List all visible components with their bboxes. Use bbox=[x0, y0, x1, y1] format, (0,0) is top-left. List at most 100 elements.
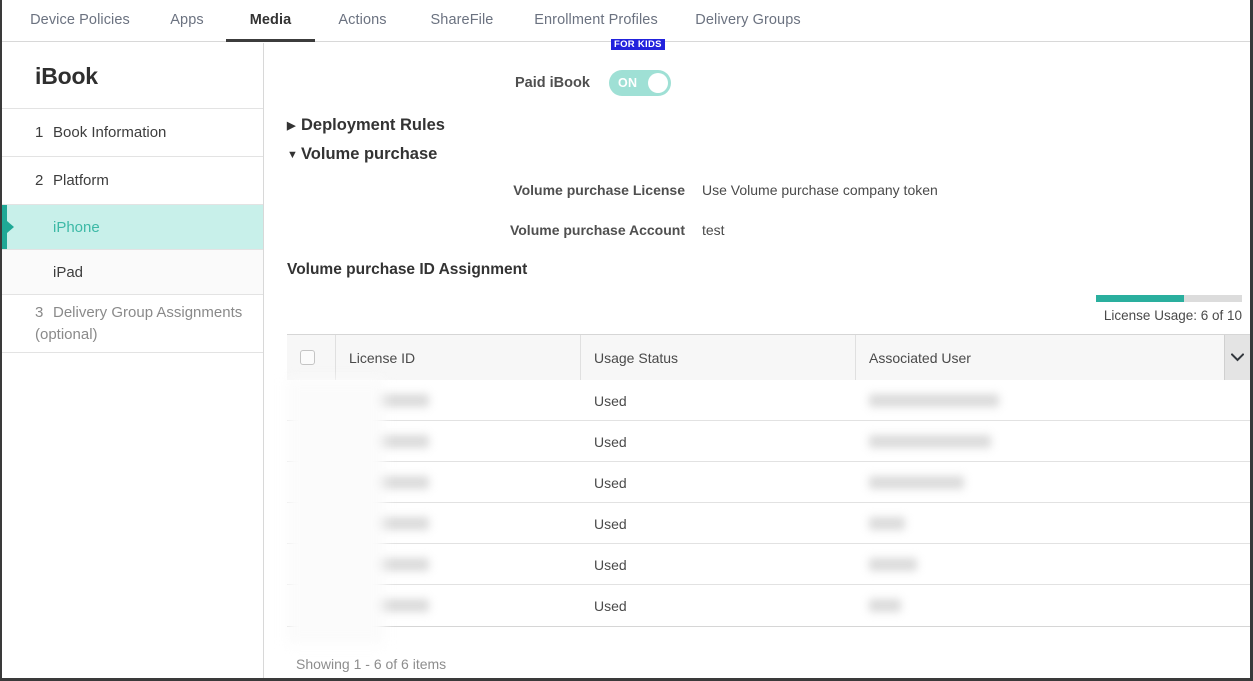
field-label: Volume purchase Account bbox=[285, 222, 685, 238]
cell-usage-status: Used bbox=[581, 544, 856, 585]
sidebar-item-iphone[interactable]: iPhone bbox=[2, 205, 263, 250]
cell-usage-status: Used bbox=[581, 585, 856, 626]
page-title: iBook bbox=[2, 43, 263, 109]
column-header-label: Usage Status bbox=[594, 350, 678, 366]
table-row[interactable]: Used bbox=[287, 585, 1250, 626]
redacted-value bbox=[349, 435, 429, 448]
row-checkbox[interactable] bbox=[300, 557, 315, 572]
table-footer-count: Showing 1 - 6 of 6 items bbox=[296, 656, 446, 672]
row-select-cell[interactable] bbox=[287, 544, 336, 585]
paid-ibook-toggle[interactable]: ON bbox=[609, 70, 671, 96]
field-value: Use Volume purchase company token bbox=[702, 182, 938, 198]
redacted-value bbox=[349, 394, 429, 407]
cell-license-id bbox=[336, 585, 581, 626]
chevron-down-icon bbox=[1231, 353, 1244, 362]
volume-purchase-id-assignment-title: Volume purchase ID Assignment bbox=[287, 261, 527, 279]
row-checkbox[interactable] bbox=[300, 434, 315, 449]
text-selection-badge: FOR KIDS bbox=[611, 39, 665, 50]
row-select-cell[interactable] bbox=[287, 380, 336, 421]
column-header-label: Associated User bbox=[869, 350, 971, 366]
tab-device-policies[interactable]: Device Policies bbox=[10, 0, 150, 42]
tab-delivery-groups[interactable]: Delivery Groups bbox=[682, 0, 814, 42]
cell-associated-user bbox=[856, 462, 1250, 503]
section-header-volume-purchase[interactable]: ▼Volume purchase bbox=[287, 145, 437, 164]
row-checkbox[interactable] bbox=[300, 475, 315, 490]
tab-enrollment-profiles[interactable]: Enrollment Profiles bbox=[518, 0, 674, 42]
redacted-value bbox=[869, 435, 991, 448]
section-header-deployment-rules[interactable]: ▶Deployment Rules bbox=[287, 116, 445, 135]
cell-associated-user bbox=[856, 380, 1250, 421]
sidebar-subitem-label: iPad bbox=[53, 264, 83, 281]
select-all-checkbox[interactable] bbox=[300, 350, 315, 365]
sidebar-item-book-information[interactable]: 1Book Information bbox=[2, 109, 263, 157]
sidebar-item-label: Platform bbox=[53, 172, 109, 189]
cell-usage-status: Used bbox=[581, 462, 856, 503]
row-select-cell[interactable] bbox=[287, 585, 336, 626]
column-header-usage-status[interactable]: Usage Status bbox=[581, 335, 856, 380]
column-header-associated-user[interactable]: Associated User bbox=[856, 335, 1224, 380]
row-select-cell[interactable] bbox=[287, 462, 336, 503]
cell-associated-user bbox=[856, 544, 1250, 585]
sidebar-item-platform[interactable]: 2Platform bbox=[2, 157, 263, 205]
redacted-value bbox=[349, 599, 429, 612]
table-row[interactable]: Used bbox=[287, 380, 1250, 421]
row-checkbox[interactable] bbox=[300, 516, 315, 531]
table-body: UsedUsedUsedUsedUsedUsed bbox=[287, 380, 1250, 626]
cell-associated-user bbox=[856, 503, 1250, 544]
paid-ibook-label: Paid iBook bbox=[515, 75, 590, 91]
row-select-cell[interactable] bbox=[287, 421, 336, 462]
select-all-header[interactable] bbox=[287, 335, 336, 380]
row-checkbox[interactable] bbox=[300, 598, 315, 613]
redacted-value bbox=[869, 599, 901, 612]
tab-actions[interactable]: Actions bbox=[320, 0, 405, 42]
cell-usage-status: Used bbox=[581, 503, 856, 544]
cell-license-id bbox=[336, 503, 581, 544]
sidebar-item-label: Delivery Group Assignments (optional) bbox=[35, 304, 242, 343]
step-number-1: 1 bbox=[35, 109, 53, 157]
toggle-knob bbox=[648, 73, 668, 93]
table-row[interactable]: Used bbox=[287, 462, 1250, 503]
top-tab-bar: Device Policies Apps Media Actions Share… bbox=[2, 0, 1250, 42]
application-window: Device Policies Apps Media Actions Share… bbox=[0, 0, 1253, 681]
redacted-value bbox=[349, 476, 429, 489]
cell-license-id bbox=[336, 380, 581, 421]
row-checkbox[interactable] bbox=[300, 393, 315, 408]
tab-media[interactable]: Media bbox=[226, 0, 315, 42]
column-options-button[interactable] bbox=[1224, 335, 1250, 380]
license-usage-fill bbox=[1096, 295, 1184, 302]
caret-down-icon: ▼ bbox=[287, 149, 301, 161]
field-label: Volume purchase License bbox=[285, 182, 685, 198]
sidebar-item-ipad[interactable]: iPad bbox=[2, 250, 263, 295]
redacted-value bbox=[869, 476, 964, 489]
table-row[interactable]: Used bbox=[287, 421, 1250, 462]
paid-ibook-row: Paid iBook ON bbox=[265, 70, 1250, 100]
cell-usage-status: Used bbox=[581, 421, 856, 462]
redacted-value bbox=[869, 517, 905, 530]
sidebar-item-label: Book Information bbox=[53, 124, 166, 141]
tab-sharefile[interactable]: ShareFile bbox=[412, 0, 512, 42]
sidebar-subitem-label: iPhone bbox=[53, 219, 100, 236]
wizard-sidebar: iBook 1Book Information 2Platform iPhone… bbox=[2, 43, 264, 681]
table-row[interactable]: Used bbox=[287, 503, 1250, 544]
tab-apps[interactable]: Apps bbox=[152, 0, 222, 42]
redacted-value bbox=[349, 558, 429, 571]
license-assignment-table: License ID Usage Status Associated User … bbox=[287, 334, 1250, 627]
cell-license-id bbox=[336, 544, 581, 585]
section-label: Deployment Rules bbox=[301, 116, 445, 134]
sidebar-item-delivery-group-assignments[interactable]: 3Delivery Group Assignments (optional) bbox=[2, 295, 263, 353]
cell-associated-user bbox=[856, 421, 1250, 462]
row-select-cell[interactable] bbox=[287, 503, 336, 544]
toggle-state-label: ON bbox=[618, 70, 637, 96]
column-header-license-id[interactable]: License ID bbox=[336, 335, 581, 380]
license-usage-meter: License Usage: 6 of 10 bbox=[1096, 295, 1242, 323]
main-content: FOR KIDS Paid iBook ON ▶Deployment Rules… bbox=[265, 43, 1250, 681]
redacted-value bbox=[869, 558, 917, 571]
table-row[interactable]: Used bbox=[287, 544, 1250, 585]
cell-license-id bbox=[336, 462, 581, 503]
cell-associated-user bbox=[856, 585, 1250, 626]
cell-usage-status: Used bbox=[581, 380, 856, 421]
redacted-value bbox=[349, 517, 429, 530]
step-number-2: 2 bbox=[35, 157, 53, 205]
column-header-label: License ID bbox=[349, 350, 415, 366]
cell-license-id bbox=[336, 421, 581, 462]
